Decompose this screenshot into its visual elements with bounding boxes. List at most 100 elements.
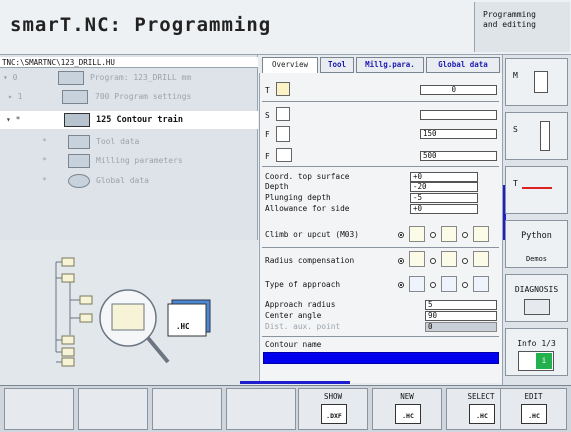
t-field[interactable]: 0 — [420, 85, 497, 95]
new-hc-button[interactable]: NEW .HC — [372, 388, 442, 430]
s-field[interactable] — [420, 110, 497, 120]
python-demos-key[interactable]: Python Demos — [505, 220, 568, 268]
edit-hc-button[interactable]: EDIT .HC — [500, 388, 567, 430]
spindle-icon[interactable] — [276, 107, 290, 121]
climb-radio-3[interactable] — [462, 232, 468, 238]
contour-name-label: Contour name — [265, 340, 322, 349]
spindle-key-icon — [540, 121, 550, 151]
softkey-empty-3[interactable] — [152, 388, 222, 430]
tab-tool[interactable]: Tool — [320, 57, 354, 73]
mode-line-1: Programming — [483, 10, 536, 19]
settings-icon — [62, 90, 88, 104]
approach-straight-icon[interactable] — [473, 276, 489, 292]
tree-item-program[interactable]: ▾ 0 Program: 123_DRILL mm — [0, 69, 258, 87]
t-label: T — [265, 86, 270, 95]
file-path: TNC:\SMARTNC\123_DRILL.HU — [0, 57, 258, 68]
show-dxf-button[interactable]: SHOW .DXF — [298, 388, 368, 430]
tree-item-label: Milling parameters — [96, 156, 183, 165]
f2-field[interactable]: 500 — [420, 151, 497, 161]
softkey-empty-2[interactable] — [78, 388, 148, 430]
info-badge: i — [536, 353, 552, 369]
feed-plunge-icon[interactable] — [276, 126, 290, 142]
tool-data-icon — [68, 135, 90, 149]
coord-top-field[interactable]: +0 — [410, 172, 478, 182]
tree-item-tool-data[interactable]: * Tool data — [0, 133, 258, 151]
plunging-field[interactable]: -5 — [410, 193, 478, 203]
tree-item-program-settings[interactable]: ▸ 1 700 Program settings — [0, 88, 258, 106]
m-function-key[interactable]: M — [505, 58, 568, 106]
contour-name-field[interactable] — [263, 352, 499, 364]
edit-hc-file-icon: .HC — [521, 404, 547, 424]
divider — [262, 166, 499, 167]
globe-icon — [68, 174, 90, 188]
new-hc-file-icon: .HC — [395, 404, 421, 424]
divider — [262, 101, 499, 102]
climb-label: Climb or upcut (M03) — [265, 230, 359, 239]
softkey-level-indicator — [240, 381, 350, 384]
radius-none-icon[interactable] — [473, 251, 489, 267]
diagnosis-key[interactable]: DIAGNOSIS — [505, 274, 568, 322]
app-title: smarT.NC: Programming — [10, 14, 272, 36]
climb-radio-2[interactable] — [430, 232, 436, 238]
s-key-label: S — [513, 125, 518, 134]
radius-comp-radio-1[interactable] — [398, 258, 404, 264]
depth-field[interactable]: -20 — [410, 182, 478, 192]
climb-option-icon[interactable] — [409, 226, 425, 242]
allowance-field[interactable]: +0 — [410, 204, 478, 214]
softkey-empty-1[interactable] — [4, 388, 74, 430]
tree-expander[interactable]: ▸ 1 — [8, 88, 58, 106]
approach-radio-3[interactable] — [462, 282, 468, 288]
softkey-empty-4[interactable] — [226, 388, 296, 430]
radius-right-icon[interactable] — [441, 251, 457, 267]
s-spindle-key[interactable]: S — [505, 112, 568, 160]
dxf-file-icon: .DXF — [321, 404, 347, 424]
center-angle-field[interactable]: 90 — [425, 311, 497, 321]
new-label: NEW — [400, 392, 414, 401]
tool-arrow-icon — [522, 187, 552, 189]
contour-train-icon — [64, 113, 90, 127]
tree-expander[interactable]: ▾ 0 — [3, 69, 53, 87]
radius-comp-radio-3[interactable] — [462, 258, 468, 264]
radius-left-icon[interactable] — [409, 251, 425, 267]
t-tool-key[interactable]: T — [505, 166, 568, 214]
tree-item-global-data[interactable]: * Global data — [0, 172, 258, 190]
approach-arc-icon[interactable] — [409, 276, 425, 292]
dist-aux-field: 0 — [425, 322, 497, 332]
tree-item-label: 125 Contour train — [96, 115, 183, 125]
tree-expander[interactable]: ▾ * — [6, 111, 56, 129]
radius-comp-radio-2[interactable] — [430, 258, 436, 264]
demos-label: Demos — [525, 255, 548, 263]
tab-milling-params[interactable]: Millg.para. — [356, 57, 424, 73]
climb-radio-1[interactable] — [398, 232, 404, 238]
approach-radio-1[interactable] — [398, 282, 404, 288]
tree-item-label: Global data — [96, 176, 149, 185]
tree-item-label: Tool data — [96, 137, 140, 146]
info-key[interactable]: Info 1/3 i — [505, 328, 568, 376]
s-label: S — [265, 111, 270, 120]
f-field[interactable]: 150 — [420, 129, 497, 139]
tool-call-icon[interactable] — [276, 82, 290, 96]
tab-overview[interactable]: Overview — [262, 57, 318, 73]
mode-line-2: and editing — [483, 20, 536, 29]
feed-mill-icon[interactable] — [276, 148, 292, 162]
tree-item-milling-parameters[interactable]: * Milling parameters — [0, 152, 258, 170]
network-icon — [524, 299, 550, 315]
plunging-label: Plunging depth — [265, 193, 331, 202]
diagnosis-label: DIAGNOSIS — [514, 285, 559, 294]
file-preview: .HC — [0, 240, 258, 385]
tree-item-contour-train[interactable]: ▾ * 125 Contour train — [0, 111, 258, 129]
f2-label: F — [265, 152, 270, 161]
dist-aux-label: Dist. aux. point — [265, 322, 341, 331]
upcut-option-icon[interactable] — [441, 226, 457, 242]
tab-global-data[interactable]: Global data — [426, 57, 500, 73]
approach-tangent-icon[interactable] — [441, 276, 457, 292]
approach-type-label: Type of approach — [265, 280, 341, 289]
program-icon — [58, 71, 84, 85]
climb-option-3-icon[interactable] — [473, 226, 489, 242]
mode-indicator: Programming and editing — [474, 2, 570, 52]
approach-radio-2[interactable] — [430, 282, 436, 288]
divider — [262, 247, 499, 248]
approach-radius-field[interactable]: 5 — [425, 300, 497, 310]
python-label: Python — [521, 231, 552, 241]
tree-item-label: Program: 123_DRILL mm — [90, 73, 192, 82]
